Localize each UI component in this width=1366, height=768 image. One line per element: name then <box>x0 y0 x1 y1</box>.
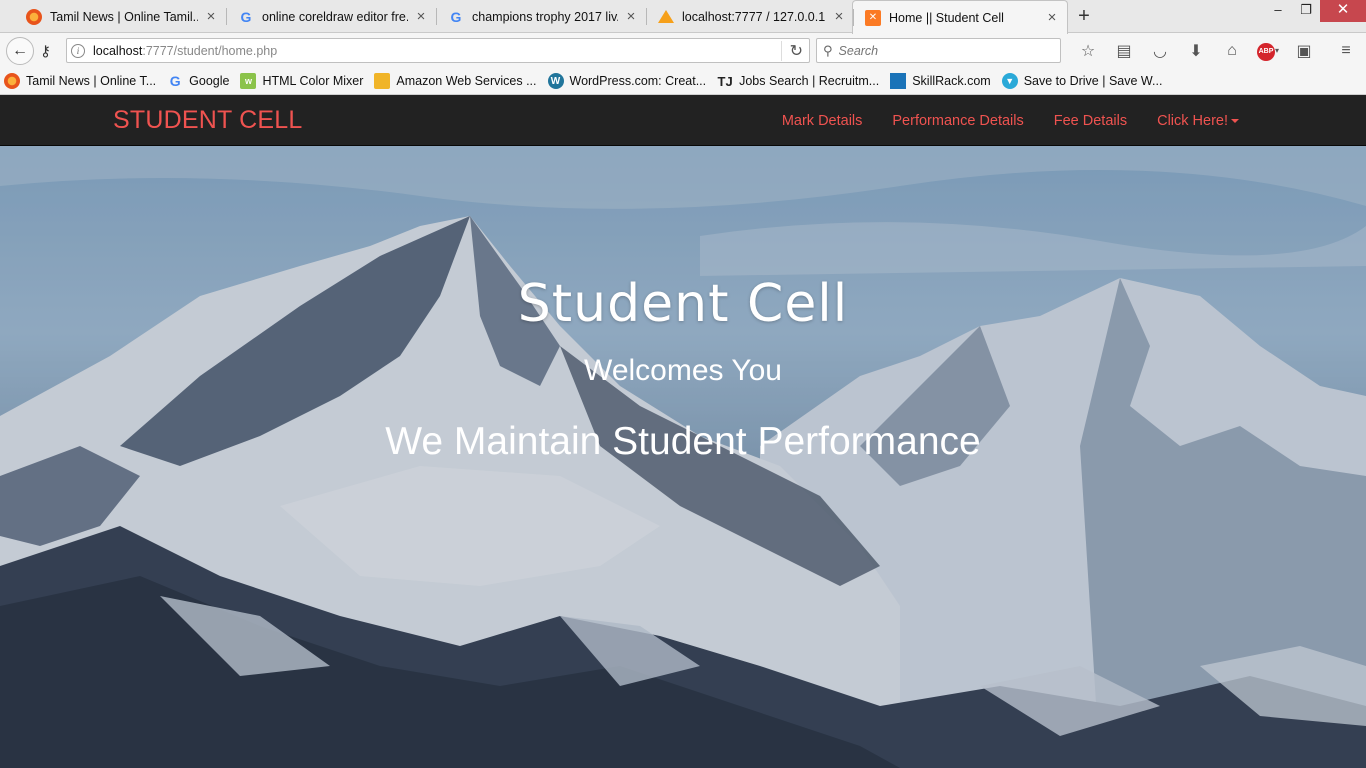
tamil-news-favicon <box>4 73 20 89</box>
home-icon[interactable]: ⌂ <box>1214 42 1250 60</box>
browser-tab-strip: Tamil News | Online Tamil... × G online … <box>0 0 1366 34</box>
browser-tab[interactable]: Tamil News | Online Tamil... × <box>14 0 226 33</box>
adblock-icon[interactable]: ABP ▾ <box>1250 40 1286 61</box>
restore-button[interactable]: ❐ <box>1292 0 1320 22</box>
close-tab-icon[interactable]: × <box>624 9 638 24</box>
wordpress-favicon: W <box>547 73 564 89</box>
tamil-news-favicon <box>26 8 42 25</box>
close-tab-icon[interactable]: × <box>204 9 218 24</box>
close-tab-icon[interactable]: × <box>414 9 428 24</box>
dropdown-label: Click Here! <box>1157 112 1228 129</box>
web-page: STUDENT CELL Mark Details Performance De… <box>0 95 1366 768</box>
nav-performance-details[interactable]: Performance Details <box>892 113 1023 129</box>
bookmark-item[interactable]: TJ Jobs Search | Recruitm... <box>717 73 880 89</box>
toolbar-icons: ☆ ▤ ◡ ⬇ ⌂ ABP ▾ ▣ ≡ <box>1070 33 1364 68</box>
hero-subtitle: Welcomes You <box>584 354 782 387</box>
site-navbar: STUDENT CELL Mark Details Performance De… <box>0 95 1366 146</box>
hero-tagline: We Maintain Student Performance <box>385 420 981 463</box>
reload-icon[interactable]: ↻ <box>780 41 803 61</box>
key-icon[interactable]: ⚷ <box>40 42 51 60</box>
bookmark-label: Save to Drive | Save W... <box>1023 74 1163 88</box>
address-bar[interactable]: i localhost:7777/student/home.php ↻ <box>66 38 810 63</box>
back-arrow-icon: ← <box>12 41 28 59</box>
bookmark-item[interactable]: SkillRack.com <box>890 73 991 89</box>
google-favicon: G <box>169 73 181 89</box>
bookmarks-toolbar: Tamil News | Online T... G Google w HTML… <box>0 68 1366 95</box>
skillrack-favicon <box>890 73 907 89</box>
window-controls: – ❐ ✕ <box>1264 0 1366 22</box>
bookmark-item[interactable]: Tamil News | Online T... <box>4 73 156 89</box>
browser-tab[interactable]: G online coreldraw editor fre... × <box>226 0 436 33</box>
new-tab-button[interactable]: + <box>1073 4 1095 28</box>
hamburger-menu-icon[interactable]: ≡ <box>1328 42 1364 60</box>
bookmark-star-icon[interactable]: ☆ <box>1070 41 1106 61</box>
tab-title: champions trophy 2017 liv... <box>472 9 618 24</box>
google-favicon: G <box>240 8 252 25</box>
bookmark-item[interactable]: ▼ Save to Drive | Save W... <box>1001 73 1163 89</box>
search-icon: ⚲ <box>823 42 833 58</box>
bookmark-label: Tamil News | Online T... <box>26 74 157 88</box>
bookmark-label: WordPress.com: Creat... <box>569 74 707 88</box>
color-mixer-favicon: w <box>240 73 257 89</box>
bookmark-label: Jobs Search | Recruitm... <box>739 74 880 88</box>
hero-section: Student Cell Welcomes You We Maintain St… <box>0 146 1366 768</box>
shield-extension-icon[interactable]: ▣ <box>1286 41 1322 61</box>
bookmark-label: SkillRack.com <box>912 74 991 88</box>
search-input[interactable] <box>838 43 1039 58</box>
search-box[interactable]: ⚲ <box>816 38 1061 63</box>
browser-navigation-bar: ← ⚷ i localhost:7777/student/home.php ↻ … <box>0 33 1366 68</box>
url-host: localhost <box>93 43 143 58</box>
browser-tab[interactable]: localhost:7777 / 127.0.0.1 |... × <box>646 0 854 33</box>
bookmark-item[interactable]: w HTML Color Mixer <box>240 73 363 89</box>
hero-title: Student Cell <box>517 274 849 334</box>
phpmyadmin-favicon <box>658 10 674 23</box>
tab-title: Home || Student Cell <box>889 10 1004 25</box>
url-path: :7777/student/home.php <box>142 43 278 58</box>
tab-title: Tamil News | Online Tamil... <box>50 9 198 24</box>
save-to-drive-favicon: ▼ <box>1001 73 1018 89</box>
download-icon[interactable]: ⬇ <box>1178 41 1214 61</box>
timesjobs-favicon: TJ <box>717 73 733 89</box>
bookmark-label: Google <box>189 74 230 88</box>
close-window-button[interactable]: ✕ <box>1320 0 1366 22</box>
tab-title: online coreldraw editor fre... <box>262 9 408 24</box>
bookmark-label: HTML Color Mixer <box>262 74 364 88</box>
bookmark-item[interactable]: Amazon Web Services ... <box>374 73 537 89</box>
back-button[interactable]: ← <box>6 36 34 65</box>
tab-title: localhost:7777 / 127.0.0.1 |... <box>682 9 826 24</box>
browser-tab[interactable]: G champions trophy 2017 liv... × <box>436 0 646 33</box>
google-favicon: G <box>450 8 462 25</box>
url-text: localhost:7777/student/home.php <box>93 44 277 58</box>
nav-click-here-dropdown[interactable]: Click Here! <box>1157 113 1239 129</box>
nav-mark-details[interactable]: Mark Details <box>782 113 863 129</box>
bookmark-item[interactable]: G Google <box>167 73 230 89</box>
site-brand[interactable]: STUDENT CELL <box>113 106 303 135</box>
browser-tab-active[interactable]: ✕ Home || Student Cell × <box>852 0 1068 34</box>
aws-favicon <box>374 73 391 89</box>
site-info-icon[interactable]: i <box>71 43 85 58</box>
xampp-favicon: ✕ <box>865 9 881 26</box>
pocket-icon[interactable]: ◡ <box>1142 41 1178 61</box>
close-tab-icon[interactable]: × <box>832 9 846 24</box>
minimize-button[interactable]: – <box>1264 0 1292 22</box>
nav-fee-details[interactable]: Fee Details <box>1054 113 1127 129</box>
bookmark-item[interactable]: W WordPress.com: Creat... <box>547 73 707 89</box>
close-tab-icon[interactable]: × <box>1045 10 1059 25</box>
caret-down-icon <box>1231 118 1239 123</box>
bookmark-label: Amazon Web Services ... <box>396 74 537 88</box>
site-menu: Mark Details Performance Details Fee Det… <box>752 95 1239 146</box>
reading-list-icon[interactable]: ▤ <box>1106 41 1142 61</box>
